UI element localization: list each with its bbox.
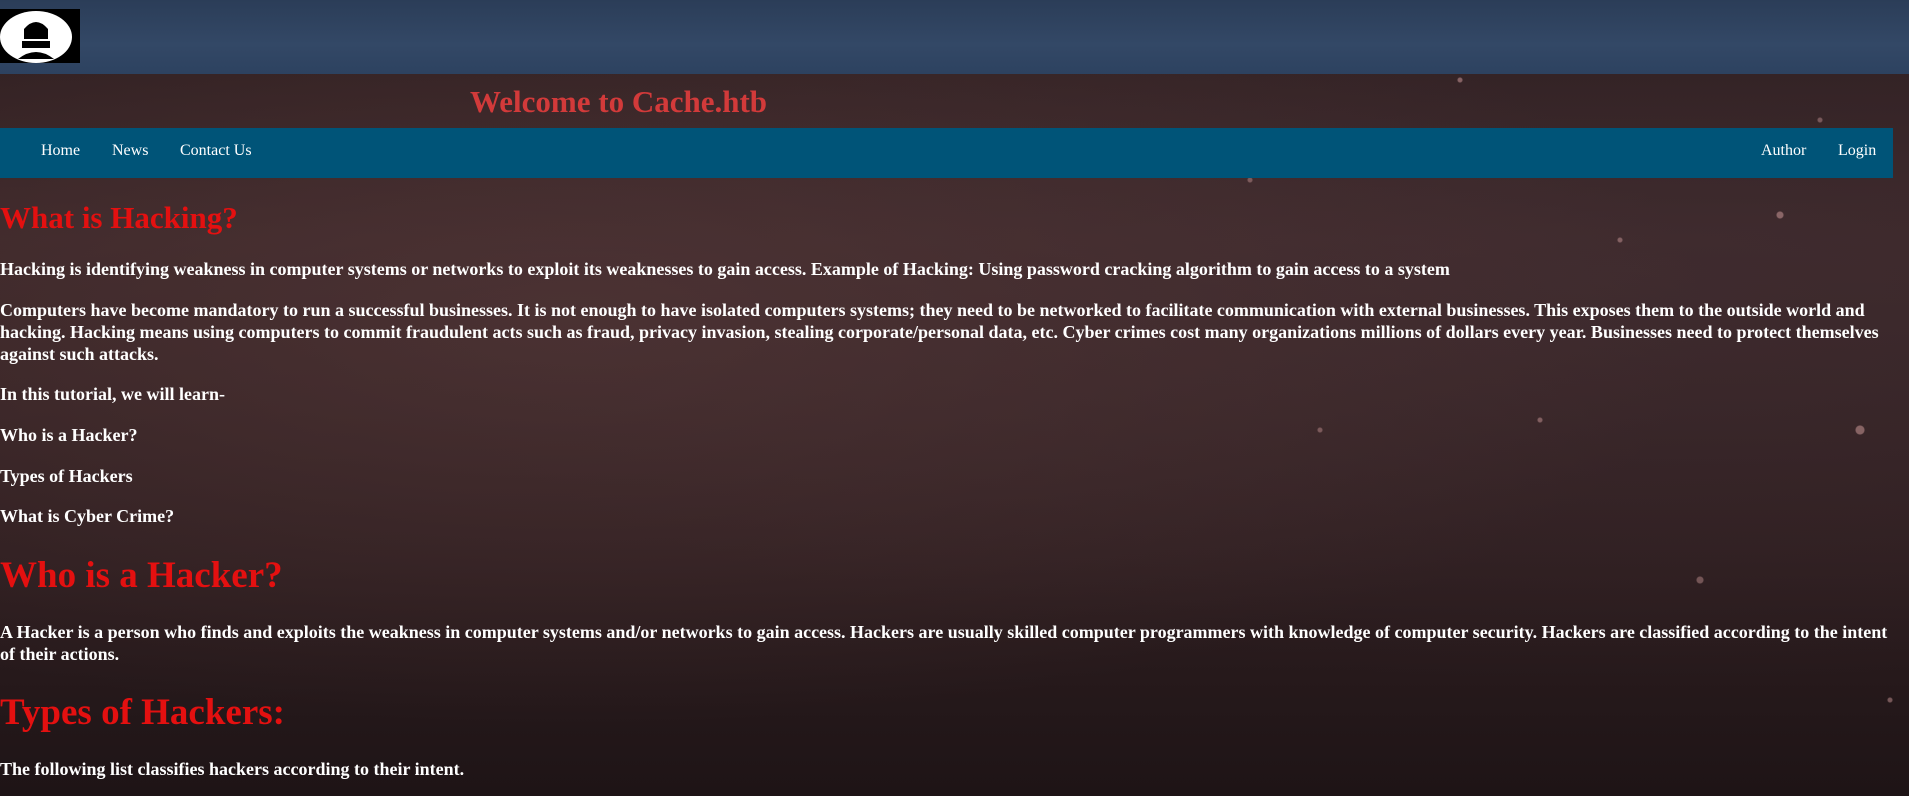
toc-item-types-of-hackers: Types of Hackers xyxy=(0,466,133,486)
paragraph-tutorial-intro: In this tutorial, we will learn- xyxy=(0,384,225,404)
toc-item-who-is-hacker: Who is a Hacker? xyxy=(0,425,138,445)
hacker-avatar-icon xyxy=(0,11,72,63)
background-texture xyxy=(0,0,1909,796)
header-banner xyxy=(0,0,1909,74)
paragraph-hacker-definition: A Hacker is a person who finds and explo… xyxy=(0,622,1888,664)
heading-what-is-hacking: What is Hacking? xyxy=(0,200,238,235)
nav-home-link[interactable]: Home xyxy=(41,128,80,178)
nav-news-link[interactable]: News xyxy=(112,128,148,178)
site-title: Welcome to Cache.htb xyxy=(470,84,768,119)
paragraph-computers-businesses: Computers have become mandatory to run a… xyxy=(0,300,1879,364)
heading-who-is-hacker: Who is a Hacker? xyxy=(0,555,283,596)
nav-contact-link[interactable]: Contact Us xyxy=(180,128,252,178)
nav-author-link[interactable]: Author xyxy=(1761,128,1806,178)
paragraph-hacking-definition: Hacking is identifying weakness in compu… xyxy=(0,259,1450,279)
site-logo[interactable] xyxy=(0,9,80,63)
toc-item-cyber-crime: What is Cyber Crime? xyxy=(0,506,175,526)
main-navbar: Home News Contact Us Author Login xyxy=(0,128,1893,178)
nav-login-link[interactable]: Login xyxy=(1838,128,1876,178)
paragraph-hacker-classification: The following list classifies hackers ac… xyxy=(0,759,465,779)
heading-types-of-hackers: Types of Hackers: xyxy=(0,692,285,733)
